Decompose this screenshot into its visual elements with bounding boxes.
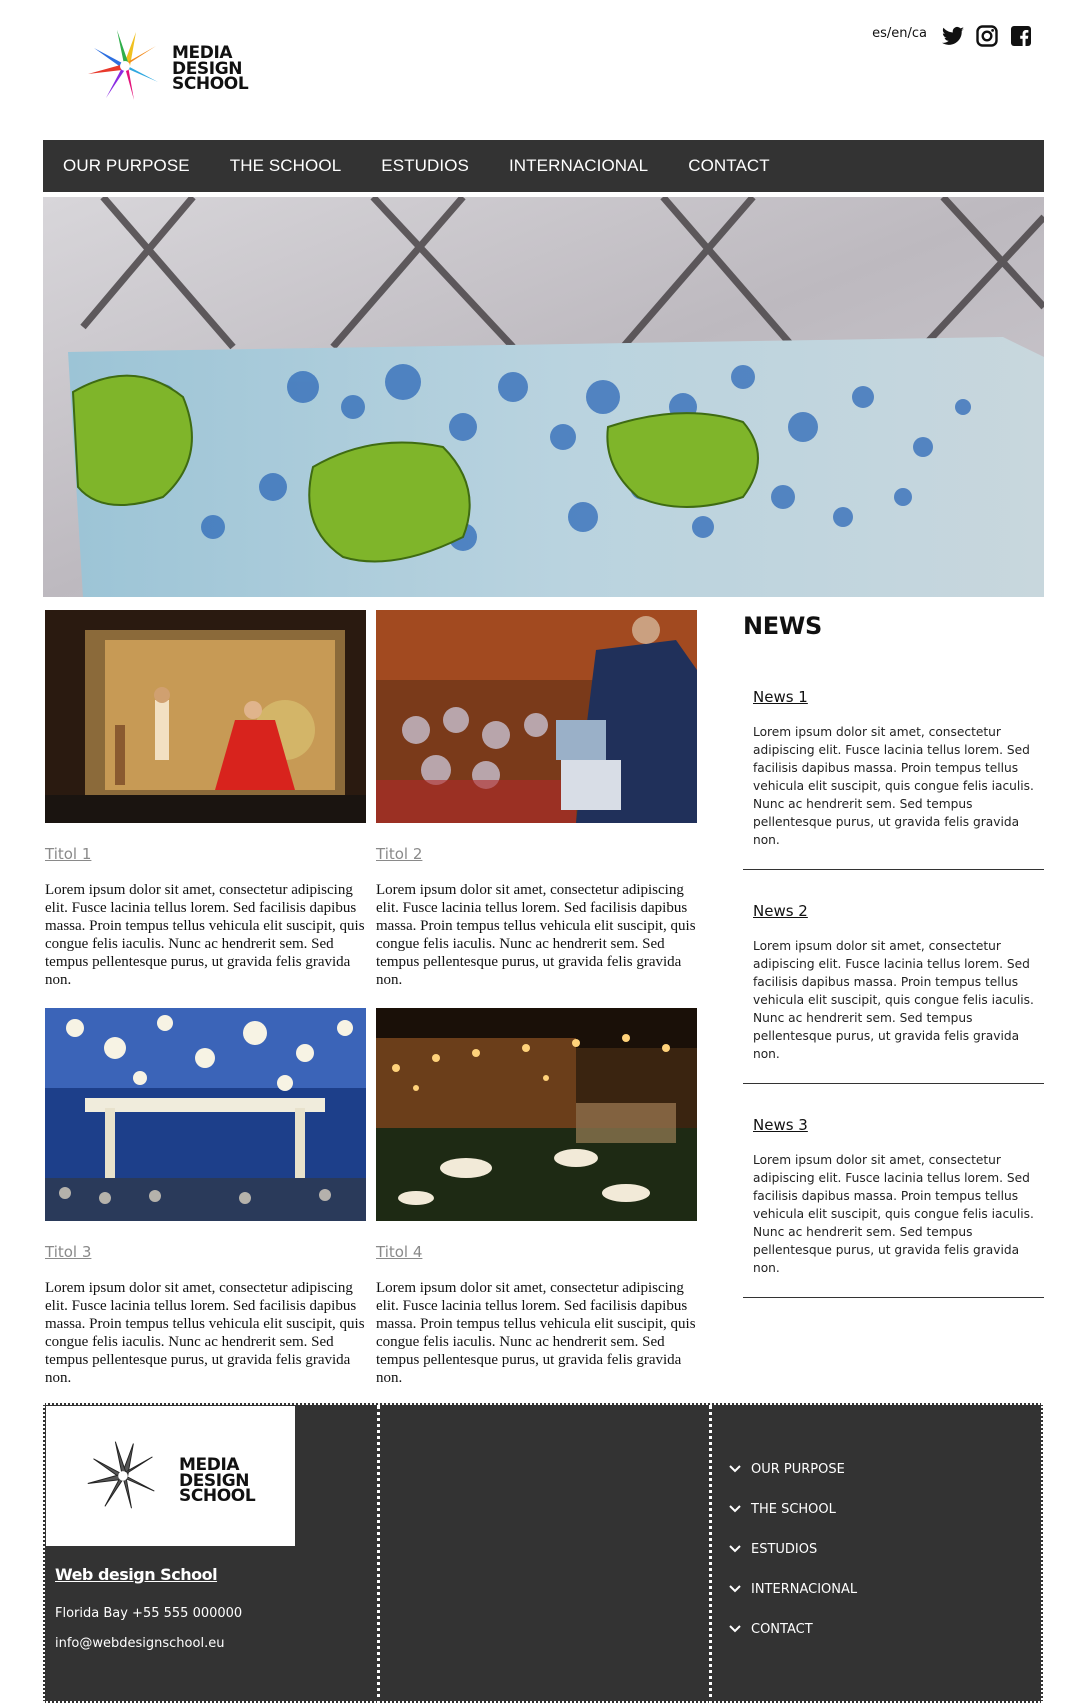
footer-email[interactable]: info@webdesignschool.eu	[55, 1636, 224, 1651]
footer-address: Florida Bay +55 555 000000	[55, 1606, 243, 1621]
chevron-down-icon	[729, 1545, 741, 1553]
news-item-title[interactable]: News 3	[753, 1116, 1034, 1134]
footer-menu-item-our-purpose[interactable]: OUR PURPOSE	[729, 1449, 857, 1489]
footer-menu-item-estudios[interactable]: ESTUDIOS	[729, 1529, 857, 1569]
post-text: Lorem ipsum dolor sit amet, consectetur …	[376, 1280, 696, 1386]
footer-menu-label: THE SCHOOL	[751, 1501, 836, 1517]
instagram-icon[interactable]	[975, 24, 999, 48]
main-navigation: OUR PURPOSE THE SCHOOL ESTUDIOS INTERNAC…	[43, 140, 1044, 192]
news-item-text: Lorem ipsum dolor sit amet, consectetur …	[753, 1153, 1034, 1275]
post-title[interactable]: Titol 4	[376, 1243, 697, 1261]
site-footer: MEDIA DESIGN SCHOOL Web design School Fl…	[43, 1403, 1043, 1703]
footer-menu-item-the-school[interactable]: THE SCHOOL	[729, 1489, 857, 1529]
twitter-icon[interactable]	[941, 24, 965, 48]
news-item-text: Lorem ipsum dolor sit amet, consectetur …	[753, 939, 1034, 1061]
post-title[interactable]: Titol 2	[376, 845, 697, 863]
post-card: Titol 2 Lorem ipsum dolor sit amet, cons…	[376, 610, 697, 989]
footer-menu-label: ESTUDIOS	[751, 1541, 818, 1557]
post-image[interactable]	[45, 610, 366, 823]
facebook-icon[interactable]	[1009, 24, 1033, 48]
chevron-down-icon	[729, 1505, 741, 1513]
footer-menu-item-internacional[interactable]: INTERNACIONAL	[729, 1569, 857, 1609]
footer-divider	[709, 1405, 712, 1703]
logo-star-icon	[88, 30, 158, 100]
chevron-down-icon	[729, 1465, 741, 1473]
footer-school-link[interactable]: Web design School	[55, 1565, 218, 1584]
site-logo[interactable]: MEDIA DESIGN SCHOOL	[84, 24, 264, 104]
nav-item-contact[interactable]: CONTACT	[688, 156, 770, 176]
news-heading: NEWS	[743, 612, 823, 640]
logo-wordmark: MEDIA DESIGN SCHOOL	[172, 45, 249, 94]
news-sidebar: NEWS News 1 Lorem ipsum dolor sit amet, …	[743, 612, 1044, 1298]
logo-line: SCHOOL	[179, 1486, 256, 1506]
nav-item-our-purpose[interactable]: OUR PURPOSE	[63, 156, 190, 176]
post-text: Lorem ipsum dolor sit amet, consectetur …	[45, 882, 365, 988]
chevron-down-icon	[729, 1625, 741, 1633]
post-image[interactable]	[376, 610, 697, 823]
logo-star-icon	[87, 1441, 155, 1509]
post-text: Lorem ipsum dolor sit amet, consectetur …	[45, 1280, 365, 1386]
post-image[interactable]	[45, 1008, 366, 1221]
news-item: News 1 Lorem ipsum dolor sit amet, conse…	[743, 688, 1044, 870]
header-tools: es/en/ca	[872, 24, 1033, 48]
post-card: Titol 1 Lorem ipsum dolor sit amet, cons…	[45, 610, 366, 989]
post-title[interactable]: Titol 1	[45, 845, 366, 863]
news-item: News 2 Lorem ipsum dolor sit amet, conse…	[743, 902, 1044, 1084]
news-item: News 3 Lorem ipsum dolor sit amet, conse…	[743, 1116, 1044, 1298]
conference-speaker-photo	[376, 610, 697, 823]
logo-line: SCHOOL	[172, 74, 249, 94]
nav-item-estudios[interactable]: ESTUDIOS	[381, 156, 469, 176]
post-image[interactable]	[376, 1008, 697, 1221]
footer-logo[interactable]: MEDIA DESIGN SCHOOL	[46, 1406, 295, 1546]
language-switcher[interactable]: es/en/ca	[872, 26, 927, 41]
post-card: Titol 3 Lorem ipsum dolor sit amet, cons…	[45, 1008, 366, 1387]
post-title[interactable]: Titol 3	[45, 1243, 366, 1261]
hero-image	[43, 197, 1044, 597]
news-item-text: Lorem ipsum dolor sit amet, consectetur …	[753, 725, 1034, 847]
footer-divider	[377, 1405, 380, 1703]
footer-menu-item-contact[interactable]: CONTACT	[729, 1609, 857, 1649]
post-card: Titol 4 Lorem ipsum dolor sit amet, cons…	[376, 1008, 697, 1387]
footer-menu-label: INTERNACIONAL	[751, 1581, 858, 1597]
post-text: Lorem ipsum dolor sit amet, consectetur …	[376, 882, 696, 988]
chevron-down-icon	[729, 1585, 741, 1593]
footer-menu-label: OUR PURPOSE	[751, 1461, 845, 1477]
news-item-title[interactable]: News 2	[753, 902, 1034, 920]
footer-menu-label: CONTACT	[751, 1621, 813, 1637]
nav-item-the-school[interactable]: THE SCHOOL	[230, 156, 342, 176]
outdoor-event-photo	[45, 1008, 366, 1221]
nav-item-internacional[interactable]: INTERNACIONAL	[509, 156, 648, 176]
footer-menu: OUR PURPOSE THE SCHOOL ESTUDIOS INTERNAC…	[729, 1449, 857, 1649]
news-item-title[interactable]: News 1	[753, 688, 1034, 706]
hero-artwork	[43, 197, 1044, 597]
footer-logo-wordmark: MEDIA DESIGN SCHOOL	[179, 1457, 256, 1506]
courtyard-dinner-photo	[376, 1008, 697, 1221]
stage-performance-photo	[45, 610, 366, 823]
